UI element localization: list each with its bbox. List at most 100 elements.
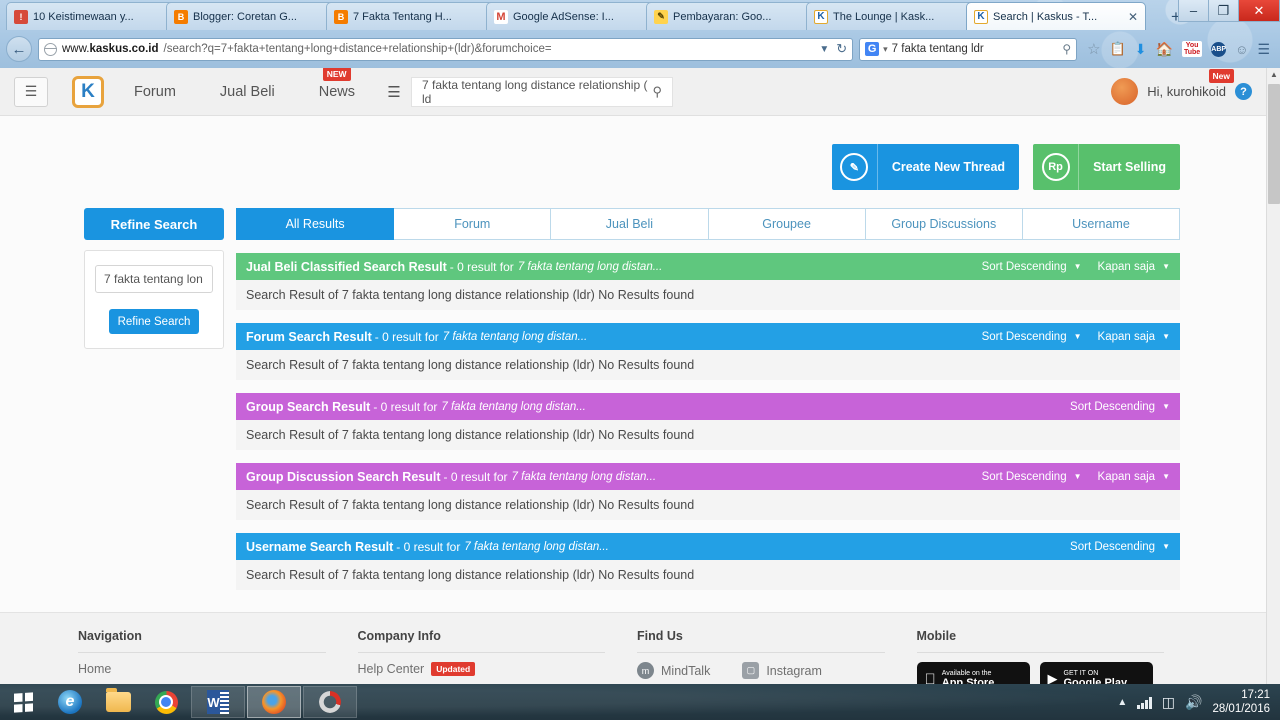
search-icon[interactable]: ⚲ [1062, 42, 1071, 56]
browser-tab[interactable]: B Blogger: Coretan G... ✕ [166, 2, 344, 30]
google-icon: G [865, 42, 880, 56]
kaskus-logo[interactable]: K [72, 75, 104, 108]
chevron-down-icon[interactable]: ▾ [883, 44, 888, 55]
footer-link-instagram[interactable]: ▢ Instagram [742, 662, 822, 679]
hamburger-icon[interactable]: ☰ [14, 76, 48, 107]
taskbar-google-chrome[interactable] [142, 684, 190, 720]
back-icon[interactable]: ← [6, 36, 32, 62]
scrollbar-thumb[interactable] [1268, 84, 1280, 204]
browser-tab[interactable]: K The Lounge | Kask... ✕ [806, 2, 984, 30]
chevron-down-icon: ▼ [1073, 332, 1082, 341]
close-icon[interactable]: ✕ [1127, 11, 1139, 23]
page-actions: ✎ Create New Thread Rp Start Selling [0, 116, 1266, 190]
footer-link-home[interactable]: Home [78, 662, 326, 676]
page-scrollbar[interactable]: ▲ [1266, 68, 1280, 684]
refine-search-input[interactable]: 7 fakta tentang lon [95, 265, 213, 293]
user-greeting[interactable]: Hi, kurohikoid [1147, 84, 1226, 99]
tab-groupee[interactable]: Groupee [708, 208, 866, 240]
menu-icon[interactable]: ☰ [1257, 41, 1270, 58]
scroll-up-icon[interactable]: ▲ [1267, 68, 1280, 82]
time-dropdown[interactable]: Kapan saja ▼ [1098, 331, 1170, 343]
browser-tab[interactable]: B 7 Fakta Tentang H... ✕ [326, 2, 504, 30]
browser-tab[interactable]: M Google AdSense: I... ✕ [486, 2, 664, 30]
taskbar-internet-explorer[interactable]: e [46, 684, 94, 720]
result-query: 7 fakta tentang long distan... [442, 330, 588, 343]
show-hidden-icons[interactable]: ▲ [1117, 697, 1127, 708]
tab-username[interactable]: Username [1022, 208, 1181, 240]
footer-link-mindtalk[interactable]: m MindTalk [637, 662, 710, 679]
volume-icon[interactable]: 🔊 [1185, 694, 1202, 711]
site-search-input[interactable]: 7 fakta tentang long distance relationsh… [410, 76, 673, 107]
nav-item-forum[interactable]: Forum [134, 84, 176, 100]
browser-search-value: 7 fakta tentang ldr [891, 43, 984, 55]
time-dropdown[interactable]: Kapan saja ▼ [1098, 471, 1170, 483]
taskbar-window-loading[interactable] [303, 686, 357, 718]
reading-list-icon[interactable]: 📋 [1110, 41, 1126, 57]
web-page-content: ☰ K Forum Jual Beli NEW News ☰ 7 fakta t… [0, 68, 1266, 684]
footer-store-badges:  Available on theApp Store ▶ GET IT ONG… [916, 662, 1165, 684]
network-icon[interactable] [1137, 696, 1152, 709]
help-icon[interactable]: ? [1235, 83, 1252, 100]
chevron-down-icon[interactable]: ▼ [819, 44, 829, 55]
browser-tab[interactable]: ✎ Pembayaran: Goo... ✕ [646, 2, 824, 30]
taskbar-window-word[interactable]: W [191, 686, 245, 718]
sort-dropdown[interactable]: Sort Descending ▼ [1070, 401, 1170, 413]
tab-group-discussions[interactable]: Group Discussions [865, 208, 1023, 240]
restore-button[interactable]: ❐ [1208, 0, 1239, 22]
google-play-badge[interactable]: ▶ GET IT ON Google Play [1039, 662, 1153, 684]
footer-link-help-center[interactable]: Help Center Updated [358, 662, 606, 676]
close-window-button[interactable]: ✕ [1238, 0, 1280, 22]
browser-tab[interactable]: ! 10 Keistimewaan y... ✕ [6, 2, 184, 30]
adblock-icon[interactable]: ABP [1211, 41, 1227, 57]
result-header: Group Search Result - 0 result for 7 fak… [236, 393, 1180, 420]
main-content: Refine Search 7 fakta tentang lon Refine… [0, 190, 1266, 590]
taskbar-window-firefox[interactable] [247, 686, 301, 718]
nav-item-news[interactable]: NEW News [319, 68, 355, 100]
url-path: /search?q=7+fakta+tentang+long+distance+… [163, 43, 552, 55]
google-chrome-icon [154, 690, 178, 714]
category-hamburger-icon[interactable]: ☰ [381, 83, 407, 101]
globe-icon [43, 42, 57, 56]
browser-tab-active[interactable]: K Search | Kaskus - T... ✕ [966, 2, 1146, 30]
refine-search-button[interactable]: Refine Search [109, 309, 199, 334]
avatar[interactable] [1111, 78, 1139, 105]
taskbar-file-explorer[interactable] [94, 684, 142, 720]
address-bar[interactable]: www.kaskus.co.id /search?q=7+fakta+tenta… [38, 37, 854, 61]
sort-dropdown[interactable]: Sort Descending ▼ [982, 331, 1082, 343]
start-selling-button[interactable]: Rp Start Selling [1033, 144, 1180, 190]
blogger-icon: B [174, 9, 188, 24]
reload-icon[interactable]: ↻ [836, 41, 847, 57]
result-query: 7 fakta tentang long distan... [441, 400, 586, 413]
minimize-button[interactable]: – [1178, 0, 1209, 22]
browser-search-bar[interactable]: G ▾ 7 fakta tentang ldr ⚲ [859, 37, 1078, 61]
tab-all-results[interactable]: All Results [236, 208, 395, 240]
smiley-icon[interactable]: ☺ [1235, 42, 1248, 57]
home-icon[interactable]: 🏠 [1156, 41, 1173, 58]
taskbar-clock[interactable]: 17:21 28/01/2016 [1212, 688, 1270, 717]
sort-dropdown[interactable]: Sort Descending ▼ [982, 261, 1082, 273]
footer-column-company-info: Company Info Help Center Updated [357, 629, 638, 684]
footer-social-links: m MindTalk ▢ Instagram [637, 662, 885, 679]
app-store-badge[interactable]:  Available on theApp Store [916, 662, 1030, 684]
divider [637, 652, 885, 653]
create-new-thread-button[interactable]: ✎ Create New Thread [831, 144, 1020, 190]
result-count: - 0 result for [449, 259, 514, 274]
tab-jual-beli[interactable]: Jual Beli [551, 208, 709, 240]
sort-dropdown[interactable]: Sort Descending ▼ [982, 471, 1082, 483]
time-dropdown[interactable]: Kapan saja ▼ [1098, 261, 1170, 273]
start-button[interactable] [0, 684, 46, 720]
result-title: Jual Beli Classified Search Result [246, 259, 447, 274]
sort-dropdown[interactable]: Sort Descending ▼ [1070, 541, 1170, 553]
star-icon[interactable]: ☆ [1087, 40, 1100, 58]
battery-icon[interactable]: ◫ [1162, 694, 1175, 711]
youtube-icon[interactable]: You Tube [1181, 40, 1203, 58]
download-icon[interactable]: ⬇ [1135, 41, 1147, 58]
play-icon: ▶ [1047, 671, 1058, 684]
search-icon[interactable]: ⚲ [652, 84, 662, 100]
internet-explorer-icon: e [58, 690, 82, 714]
pencil-icon: ✎ [832, 144, 878, 190]
refine-search-header[interactable]: Refine Search [84, 208, 224, 240]
nav-item-jual-beli[interactable]: Jual Beli [220, 84, 275, 100]
footer-link-label: Instagram [766, 663, 822, 678]
tab-forum[interactable]: Forum [394, 208, 552, 240]
